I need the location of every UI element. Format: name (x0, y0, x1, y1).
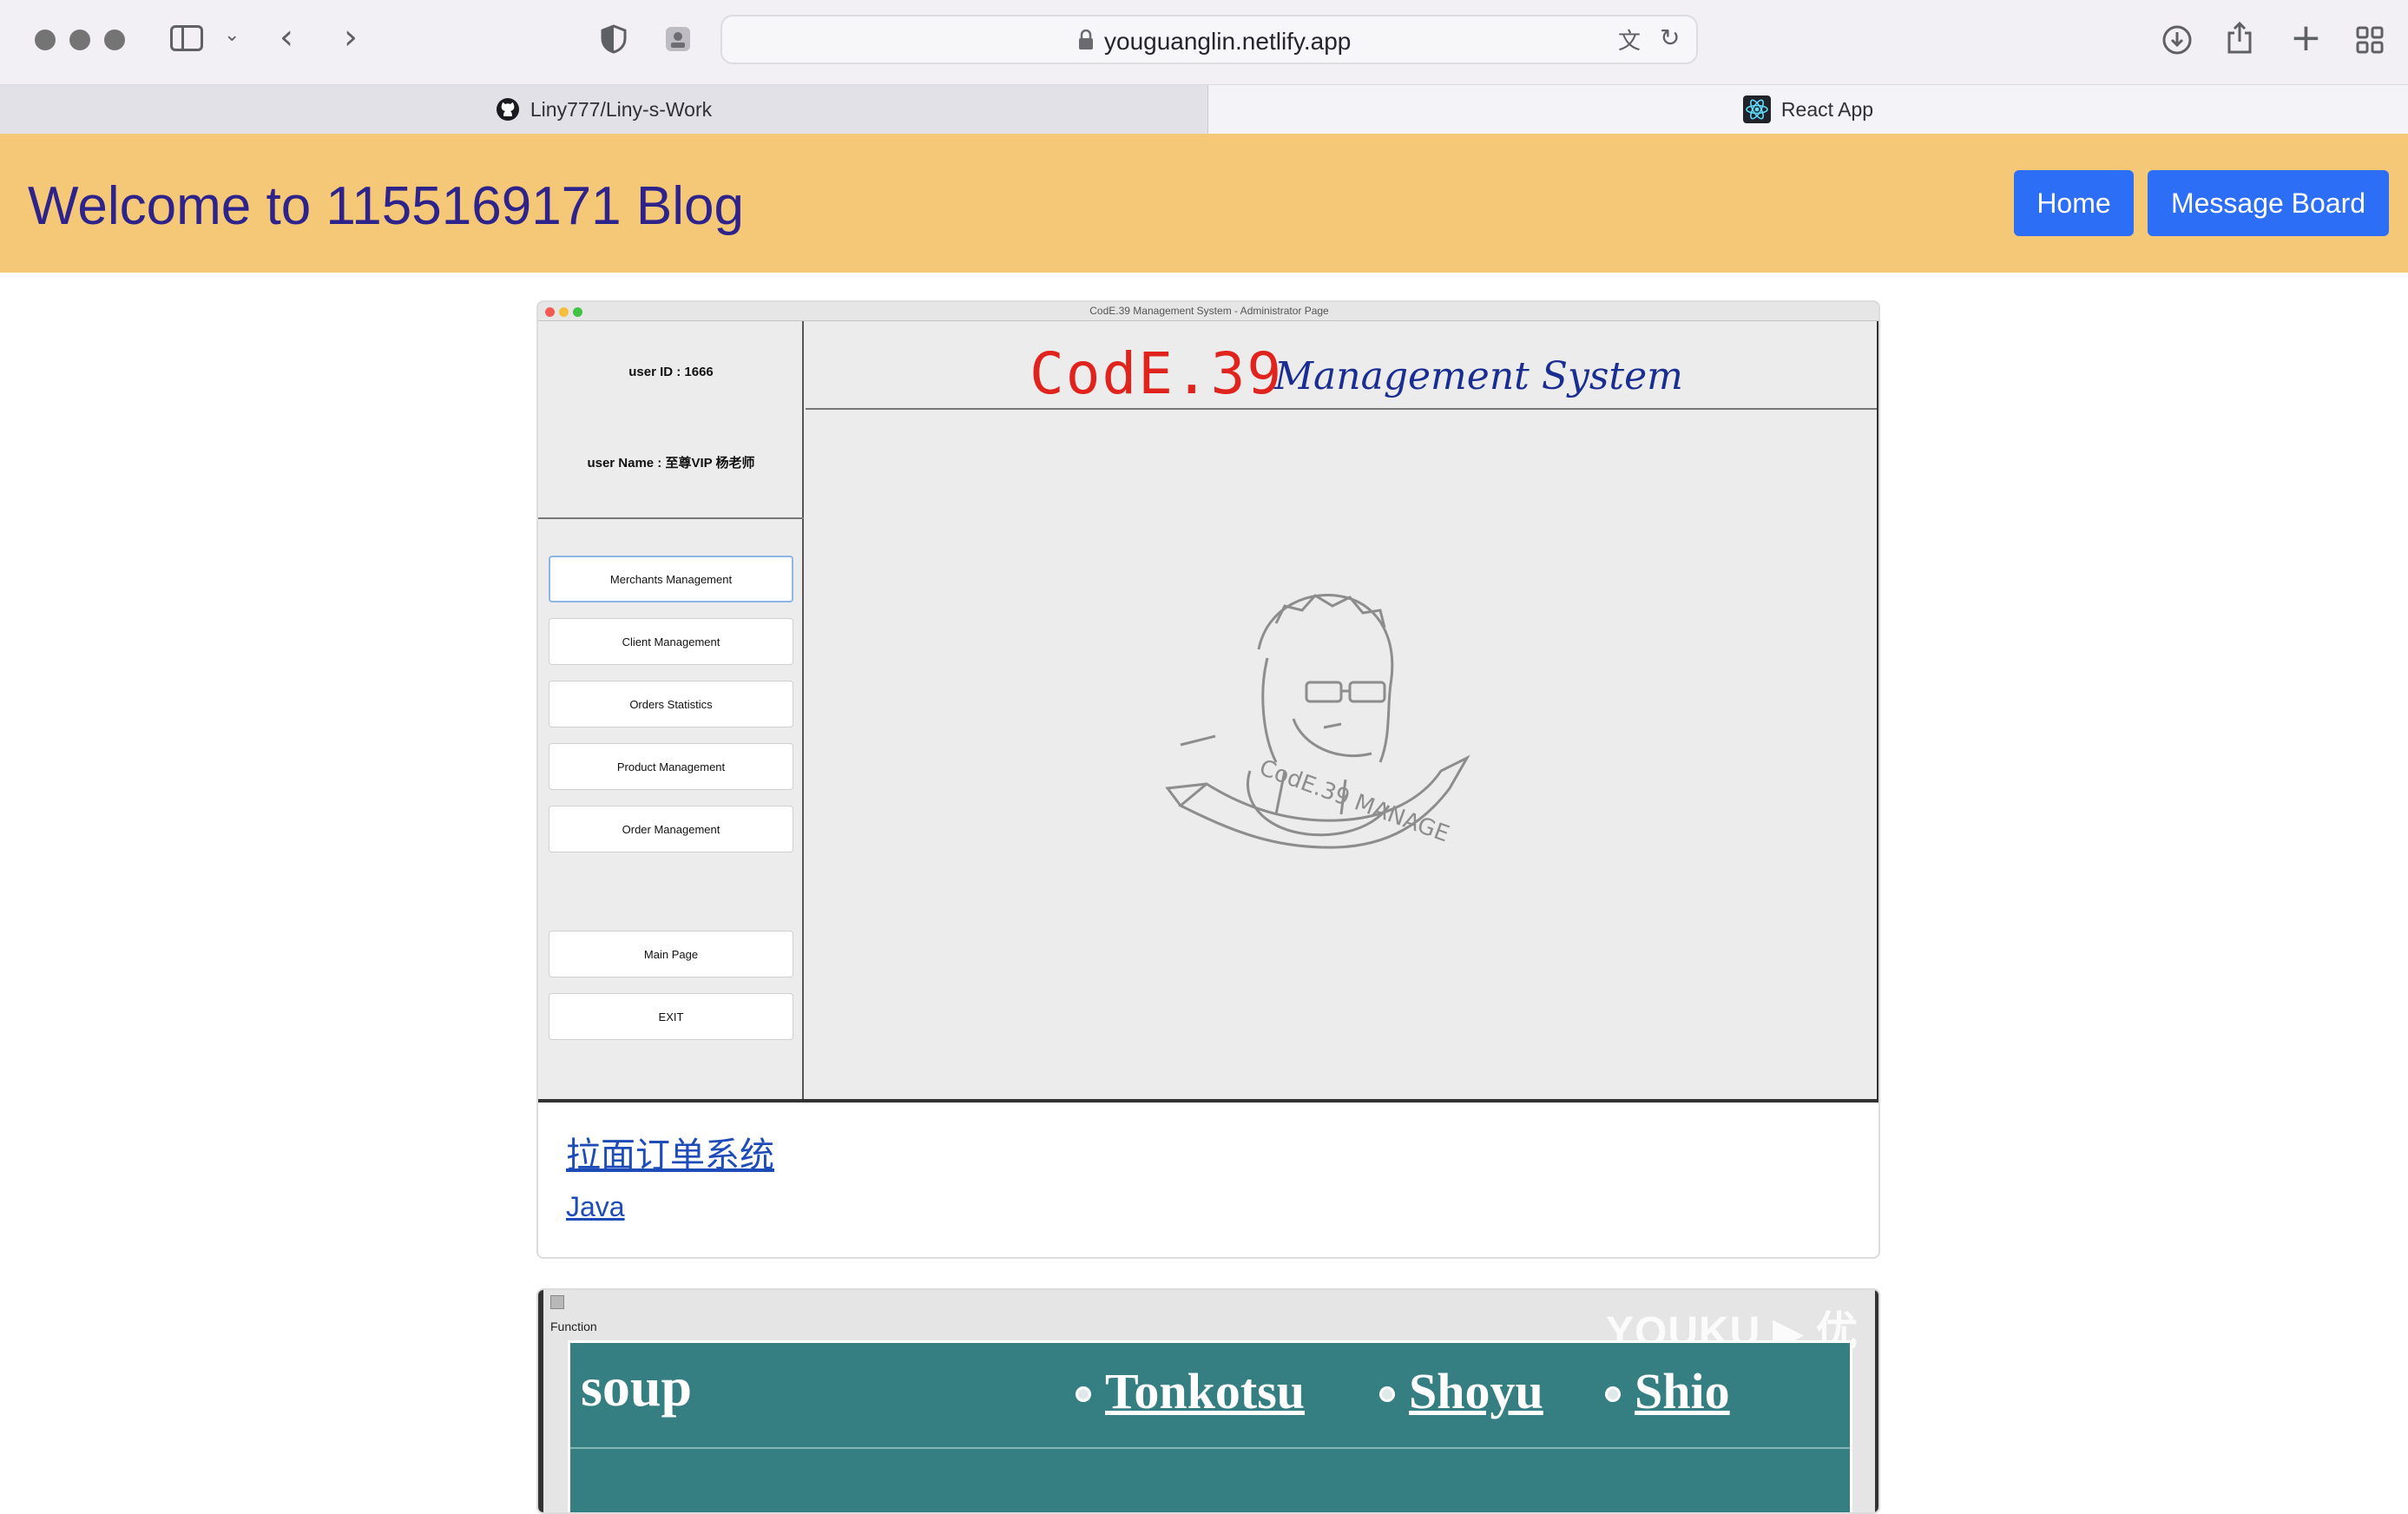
project-tag-link[interactable]: Java (566, 1191, 774, 1223)
exit-button: EXIT (549, 993, 793, 1040)
github-icon (496, 98, 519, 121)
zoom-window-button[interactable] (104, 30, 125, 50)
project-screenshot[interactable]: CodE.39 Management System - Administrato… (538, 302, 1878, 1103)
close-window-button[interactable] (35, 30, 56, 50)
screenshot-sidebar: user ID : 1666 user Name : 至尊VIP 杨老师 Mer… (538, 321, 804, 1103)
screenshot-titlebar: CodE.39 Management System - Administrato… (538, 302, 1878, 321)
downloads-icon[interactable] (2161, 24, 2193, 56)
system-logo-header: CodE.39 Management System (806, 321, 1877, 410)
radio-icon (1076, 1386, 1091, 1402)
browser-toolbar: ⌄ ‹ › youguanglin.netlify.app 文 ↻ + (0, 0, 2408, 85)
option-shoyu: Shoyu (1409, 1363, 1543, 1419)
site-title: Welcome to 1155169171 Blog (28, 176, 744, 236)
client-management-button: Client Management (549, 618, 793, 665)
soup-selection-panel: soup Tonkotsu Shoyu Shio (568, 1340, 1852, 1512)
tab-github[interactable]: Liny777/Liny-s-Work (0, 85, 1208, 134)
tab-react-app[interactable]: React App (1208, 85, 2408, 134)
soup-label: soup (581, 1356, 693, 1418)
order-management-button: Order Management (549, 806, 793, 852)
merchants-management-button: Merchants Management (549, 556, 793, 602)
project-card: Function YOUKU ▶ 优 soup Tonkotsu Shoyu S… (536, 1288, 1880, 1514)
project-screenshot[interactable]: Function YOUKU ▶ 优 soup Tonkotsu Shoyu S… (538, 1290, 1878, 1512)
screenshot-border (538, 1099, 1878, 1103)
screenshot-border (1875, 1290, 1878, 1512)
user-name-label: user Name : 至尊VIP 杨老师 (587, 456, 755, 471)
tab-bar: Liny777/Liny-s-Work React App (0, 85, 2408, 134)
card-body: 拉面订单系统 Java (566, 1127, 774, 1223)
lock-icon (1079, 30, 1093, 49)
sidebar-toggle-icon[interactable] (170, 25, 203, 51)
site-header: Welcome to 1155169171 Blog Home Message … (0, 134, 2408, 273)
tab-label: Liny777/Liny-s-Work (530, 97, 713, 121)
chevron-down-icon[interactable]: ⌄ (224, 24, 240, 46)
user-id-label: user ID : 1666 (628, 365, 714, 379)
react-icon (1742, 95, 1771, 123)
home-button[interactable]: Home (2014, 170, 2134, 236)
divider (570, 1447, 1850, 1449)
share-icon[interactable] (2226, 21, 2253, 56)
address-bar[interactable]: youguanglin.netlify.app 文 ↻ (720, 15, 1698, 64)
product-management-button: Product Management (549, 743, 793, 790)
main-page-button: Main Page (549, 931, 793, 978)
mascot-illustration (1165, 594, 1470, 849)
back-icon[interactable]: ‹ (280, 17, 293, 57)
orders-statistics-button: Orders Statistics (549, 681, 793, 727)
screenshot-border (538, 1290, 543, 1512)
option-shio: Shio (1635, 1363, 1730, 1419)
project-card: CodE.39 Management System - Administrato… (536, 300, 1880, 1259)
privacy-shield-icon[interactable] (601, 24, 627, 54)
forward-icon[interactable]: › (344, 17, 358, 57)
tab-label: React App (1780, 97, 1874, 121)
logo-code-text: CodE.39 (1030, 340, 1284, 407)
extension-icon[interactable] (665, 26, 691, 52)
screenshot-window-title: CodE.39 Management System - Administrato… (1089, 305, 1329, 317)
reload-icon[interactable]: ↻ (1660, 23, 1680, 52)
translate-icon[interactable]: 文 (1618, 23, 1641, 56)
tab-overview-icon[interactable] (2356, 26, 2384, 54)
divider (538, 517, 804, 519)
radio-icon (1379, 1386, 1395, 1402)
url-text: youguanglin.netlify.app (1104, 28, 1352, 55)
minimize-window-button[interactable] (69, 30, 90, 50)
option-tonkotsu: Tonkotsu (1105, 1363, 1306, 1419)
message-board-button[interactable]: Message Board (2148, 170, 2389, 236)
function-label: Function (550, 1320, 597, 1333)
screenshot-border (1877, 321, 1878, 1103)
radio-icon (1605, 1386, 1621, 1402)
logo-management-system-text: Management System (1274, 354, 1683, 398)
new-tab-icon[interactable]: + (2290, 16, 2322, 60)
window-icon (550, 1295, 564, 1309)
project-title-link[interactable]: 拉面订单系统 (566, 1127, 774, 1177)
